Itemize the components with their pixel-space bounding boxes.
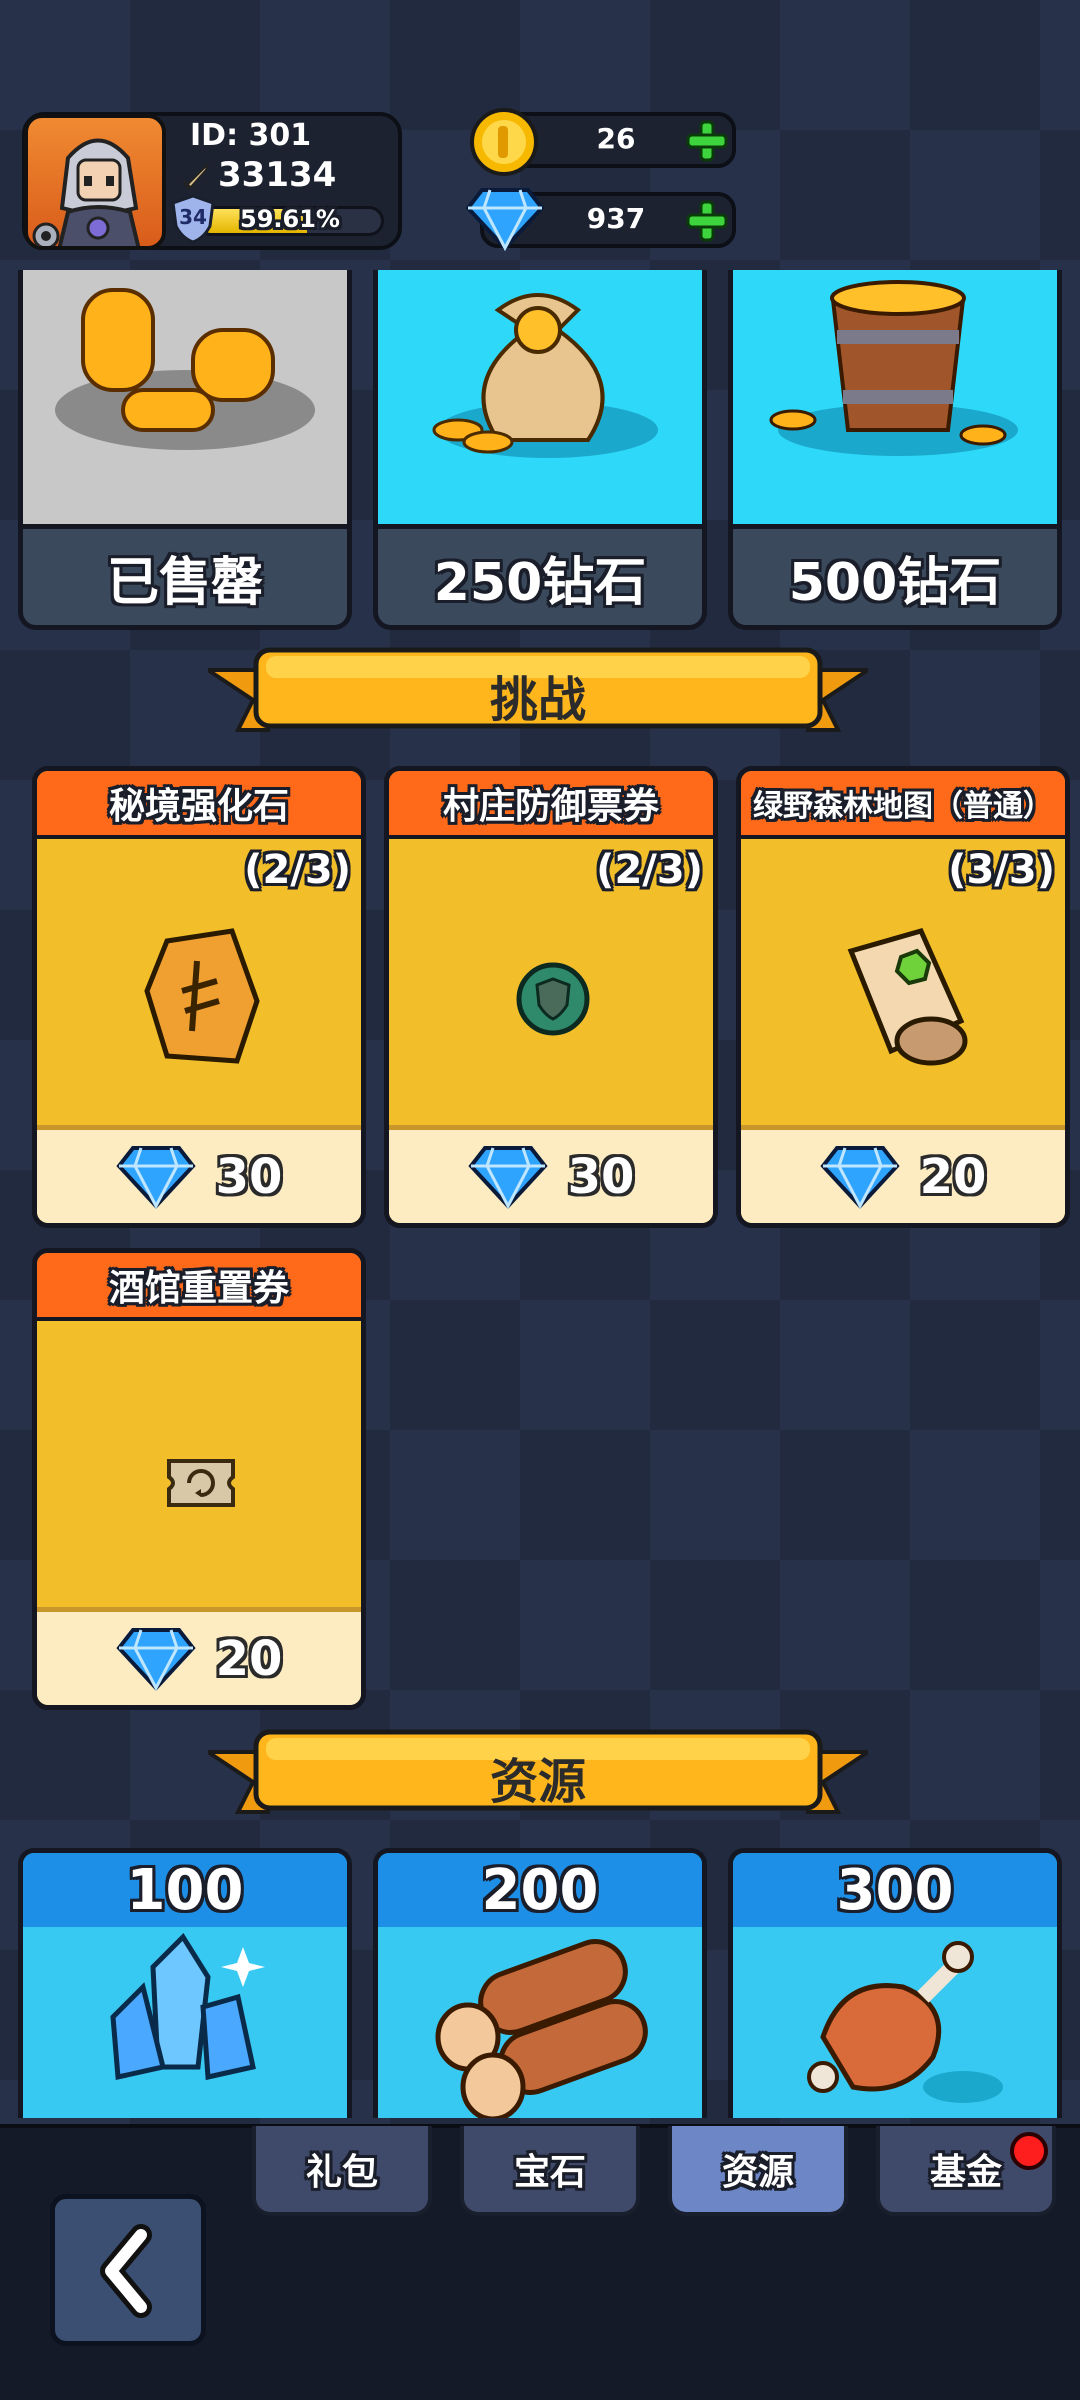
tab-resources[interactable]: 资源	[668, 2126, 848, 2216]
gold-value: 26	[596, 122, 636, 155]
hero-portrait-icon	[32, 138, 141, 246]
item-price: 30	[567, 1148, 635, 1205]
price-box: 30	[37, 1125, 361, 1223]
tab-gems[interactable]: 宝石	[460, 2126, 640, 2216]
player-power: 33134	[218, 155, 337, 195]
back-button[interactable]	[50, 2194, 206, 2346]
rune-stone-icon	[144, 928, 260, 1064]
item-price: 20	[919, 1148, 987, 1205]
diamond-icon	[115, 1145, 196, 1209]
gold-coin-icon	[470, 108, 538, 176]
offer-card-250-diamonds[interactable]: 250钻石	[373, 270, 707, 630]
back-arrow-icon	[100, 2224, 152, 2318]
challenge-item-card[interactable]: 绿野森林地图（普通） (3/3) 20	[736, 766, 1070, 1228]
item-count: (2/3)	[596, 847, 703, 893]
item-count: (3/3)	[948, 847, 1055, 893]
diamond-icon	[115, 1627, 196, 1691]
section-title-challenge: 挑战	[489, 672, 586, 728]
diamond-icon	[467, 1145, 548, 1209]
diamond-value: 937	[586, 202, 646, 235]
offer-card-500-diamonds[interactable]: 500钻石	[728, 270, 1062, 630]
item-count: (2/3)	[244, 847, 351, 893]
meat-icon	[807, 1941, 1003, 2103]
item-price: 20	[215, 1630, 283, 1687]
shield-token-icon	[516, 962, 590, 1036]
offer-image	[733, 270, 1057, 524]
challenge-item-card[interactable]: 村庄防御票券 (2/3) 30	[384, 766, 718, 1228]
offer-label: 250钻石	[378, 524, 702, 625]
gold-bucket-icon	[769, 280, 1018, 456]
item-title: 酒馆重置券	[37, 1253, 361, 1321]
tab-gift-pack[interactable]: 礼包	[252, 2126, 432, 2216]
notification-dot	[1010, 2132, 1048, 2170]
offer-image	[378, 270, 702, 524]
item-title: 秘境强化石	[37, 771, 361, 839]
add-gold-button[interactable]	[684, 118, 730, 164]
price-box: 20	[741, 1125, 1065, 1223]
item-price: 30	[215, 1148, 283, 1205]
diamond-icon	[466, 188, 544, 252]
offer-card-sold-out[interactable]: 已售罄	[18, 270, 352, 630]
player-id: ID: 301	[190, 118, 312, 153]
xp-percent: 59.61%	[240, 205, 340, 233]
resource-item-card[interactable]: 200	[373, 1848, 707, 2118]
crystal-icon	[110, 1933, 265, 2081]
challenge-item-card[interactable]: 秘境强化石 (2/3) 30	[32, 766, 366, 1228]
resource-item-card[interactable]: 300	[728, 1848, 1062, 2118]
player-avatar[interactable]	[24, 114, 166, 250]
item-title: 村庄防御票券	[389, 771, 713, 839]
map-scroll-icon	[847, 927, 968, 1066]
add-diamond-button[interactable]	[684, 198, 730, 244]
power-sword-icon	[182, 163, 209, 190]
offer-image	[23, 270, 347, 524]
reset-ticket-icon	[167, 1459, 235, 1507]
resource-amount: 100	[23, 1853, 347, 1927]
gold-stacks-icon	[55, 288, 315, 450]
player-level: 34	[179, 205, 207, 229]
wood-logs-icon	[435, 1939, 648, 2118]
price-box: 30	[389, 1125, 713, 1223]
gold-sack-icon	[432, 293, 658, 458]
resource-amount: 200	[378, 1853, 702, 1927]
offer-label: 500钻石	[733, 524, 1057, 625]
diamond-icon	[819, 1145, 900, 1209]
offer-label: 已售罄	[23, 524, 347, 625]
price-box: 20	[37, 1607, 361, 1705]
resource-item-card[interactable]: 100	[18, 1848, 352, 2118]
resource-amount: 300	[733, 1853, 1057, 1927]
section-title-resources: 资源	[489, 1754, 586, 1810]
item-title: 绿野森林地图（普通）	[741, 771, 1065, 839]
challenge-item-card[interactable]: 酒馆重置券 20	[32, 1248, 366, 1710]
